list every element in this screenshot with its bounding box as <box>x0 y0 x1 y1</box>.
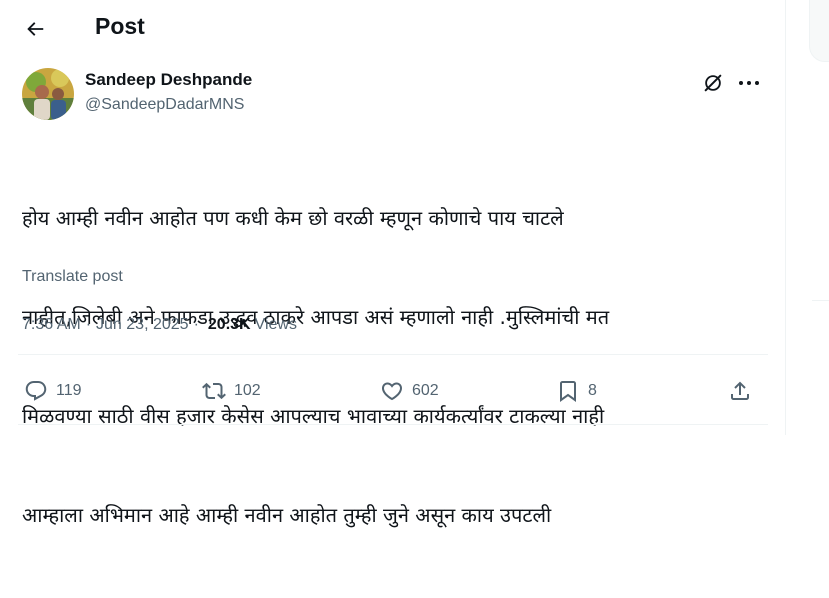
post-text-line: होय आम्ही नवीन आहोत पण कधी केम छो वरळी म… <box>22 206 564 230</box>
grok-icon <box>704 74 722 92</box>
share-button[interactable] <box>728 368 752 414</box>
post-date[interactable]: Jun 23, 2025 <box>96 316 189 334</box>
right-sidebar <box>787 0 829 435</box>
sidebar-card <box>809 0 829 62</box>
separator: · <box>85 316 92 333</box>
reply-icon <box>25 381 47 401</box>
divider <box>18 424 768 425</box>
arrow-left-icon <box>27 22 44 36</box>
reply-button[interactable]: 119 <box>24 368 82 414</box>
post-detail-column: Post Sandeep Deshpande @SandeepDadarMNS … <box>0 0 786 527</box>
back-button[interactable] <box>18 12 52 46</box>
views-label: Views <box>254 316 297 333</box>
bookmark-icon <box>560 381 576 402</box>
action-bar: 119 102 602 8 <box>18 368 768 414</box>
divider <box>18 354 768 355</box>
grok-button[interactable] <box>700 70 726 96</box>
share-icon <box>731 381 749 400</box>
more-horizontal-icon <box>739 81 759 85</box>
views-count: 20.3K <box>207 316 251 333</box>
header: Post <box>0 0 786 56</box>
post-metadata: 7:36 AM · Jun 23, 2025 · 20.3K Views <box>22 316 297 334</box>
reply-count: 119 <box>56 382 82 399</box>
avatar[interactable] <box>22 68 74 120</box>
like-button[interactable]: 602 <box>380 368 439 414</box>
post-text-line: आम्हाला अभिमान आहे आम्ही नवीन आहोत तुम्ह… <box>22 503 552 527</box>
heart-icon <box>381 382 403 401</box>
bookmark-button[interactable]: 8 <box>556 368 597 414</box>
repost-count: 102 <box>234 382 261 399</box>
like-count: 602 <box>412 382 439 399</box>
author-handle[interactable]: @SandeepDadarMNS <box>85 96 244 114</box>
more-options-button[interactable] <box>734 70 764 96</box>
page-title: Post <box>95 13 145 39</box>
repost-button[interactable]: 102 <box>202 368 261 414</box>
translate-post-link[interactable]: Translate post <box>22 268 123 286</box>
author-name[interactable]: Sandeep Deshpande <box>85 70 252 90</box>
repost-icon <box>202 382 226 400</box>
post-text: होय आम्ही नवीन आहोत पण कधी केम छो वरळी म… <box>22 136 722 598</box>
bookmark-count: 8 <box>588 382 597 399</box>
divider <box>812 300 829 301</box>
post-time[interactable]: 7:36 AM <box>22 316 81 334</box>
separator: · <box>193 316 199 333</box>
